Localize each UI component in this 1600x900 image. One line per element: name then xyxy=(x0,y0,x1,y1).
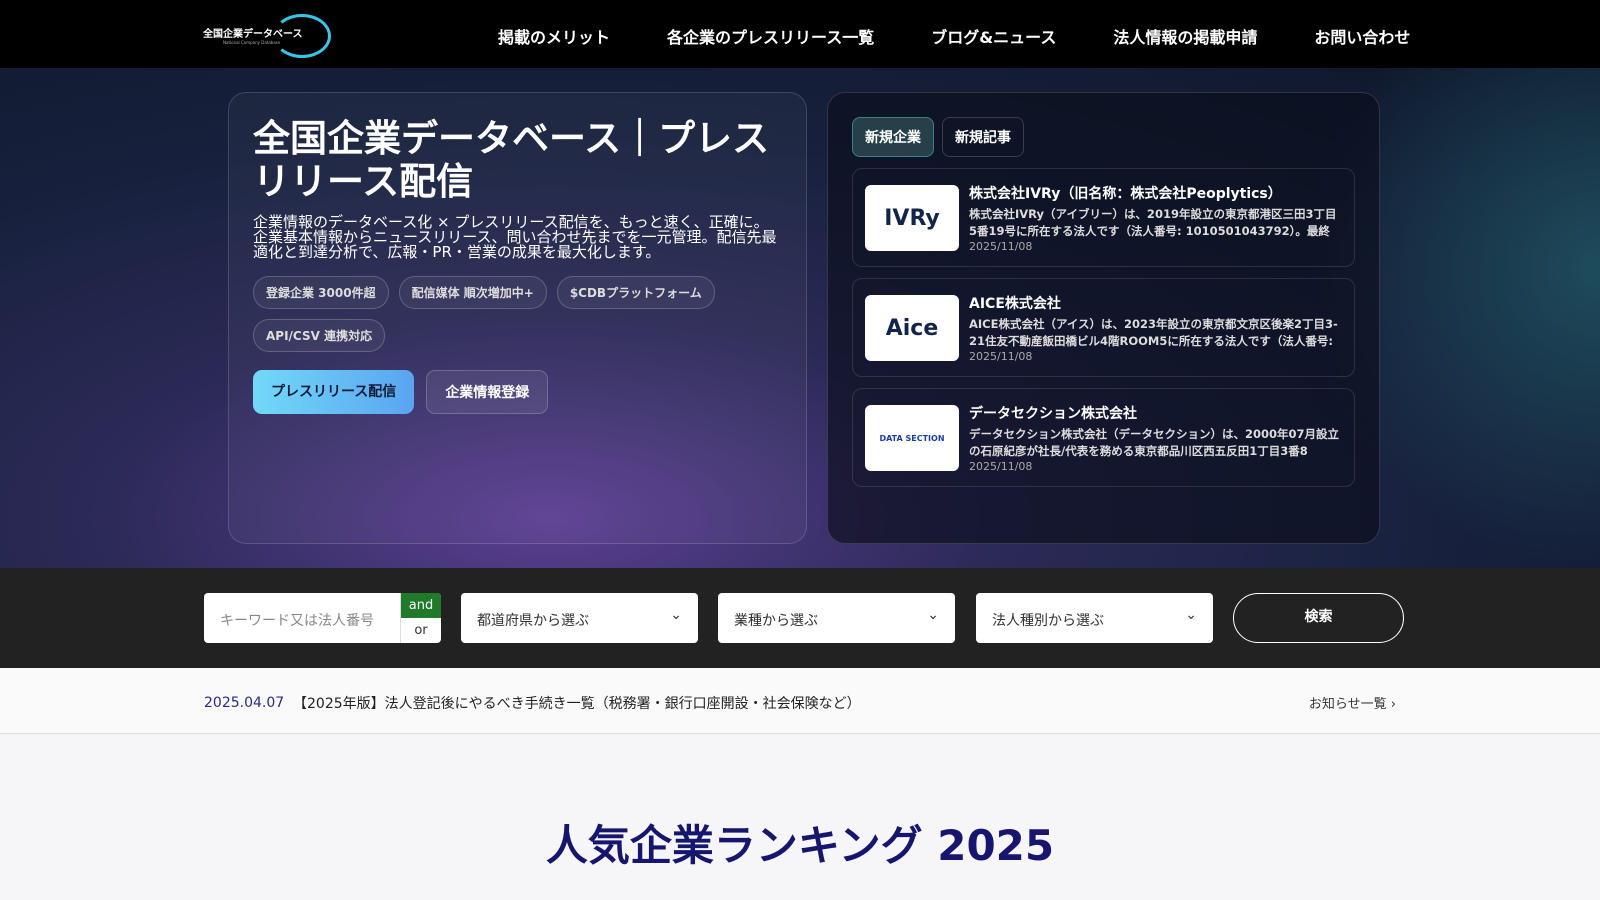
top-nav: 全国企業データベース National Company Database 掲載の… xyxy=(0,0,1600,68)
tab-new-articles[interactable]: 新規記事 xyxy=(942,117,1024,157)
chevron-down-icon: ⌄ xyxy=(927,607,939,623)
search-button[interactable]: 検索 xyxy=(1233,593,1404,643)
chevron-down-icon: ⌄ xyxy=(1185,607,1197,623)
nav-listing-application[interactable]: 法人情報の掲載申請 xyxy=(1113,24,1257,48)
and-option[interactable]: and xyxy=(401,593,441,618)
nav-blog-news[interactable]: ブログ&ニュース xyxy=(931,24,1056,48)
tab-new-companies[interactable]: 新規企業 xyxy=(852,117,934,157)
company-logo: Aice xyxy=(865,295,959,361)
news-date: 2025.04.07 xyxy=(204,695,285,711)
news-bar: 2025.04.07 【2025年版】法人登記後にやるべき手続き一覧（税務署・銀… xyxy=(0,668,1600,734)
tag: 登録企業 3000件超 xyxy=(253,276,389,309)
chevron-down-icon: ⌄ xyxy=(670,607,682,623)
ranking-title: 人気企業ランキング 2025 xyxy=(545,821,1055,870)
and-or-toggle[interactable]: and or xyxy=(400,593,441,643)
hero-title: 全国企業データベース｜プレスリリース配信 xyxy=(253,117,770,203)
prefecture-select[interactable]: 都道府県から選ぶ ⌄ xyxy=(461,593,698,643)
list-item[interactable]: IVRy 株式会社IVRy（旧名称：株式会社Peoplytics） 株式会社IVR… xyxy=(852,168,1355,267)
news-link[interactable]: 【2025年版】法人登記後にやるべき手続き一覧（税務署・銀行口座開設・社会保険な… xyxy=(293,693,861,713)
search-bar: キーワード又は法人番号 and or 都道府県から選ぶ ⌄ 業種から選ぶ ⌄ 法人種… xyxy=(0,568,1600,668)
nav-contact[interactable]: お問い合わせ xyxy=(1314,24,1410,48)
industry-select[interactable]: 業種から選ぶ ⌄ xyxy=(718,593,955,643)
nav-merits[interactable]: 掲載のメリット xyxy=(498,24,610,48)
tag: 配信媒体 順次増加中+ xyxy=(398,276,547,309)
list-item[interactable]: Aice AICE株式会社 AICE株式会社（アイス）は、2023年設立の東京都文… xyxy=(852,278,1355,377)
press-release-button[interactable]: プレスリリース配信 xyxy=(253,370,415,414)
site-logo[interactable]: 全国企業データベース National Company Database xyxy=(203,12,331,60)
hero-card: 全国企業データベース｜プレスリリース配信 企業情報のデータベース化 × プレスリ… xyxy=(228,92,807,544)
list-item[interactable]: DATA SECTION データセクション株式会社 データセクション株式会社（デー… xyxy=(852,388,1355,487)
hero-description: 企業情報のデータベース化 × プレスリリース配信を、もっと速く、正確に。 企業基本… xyxy=(253,213,777,261)
tag: API/CSV 連携対応 xyxy=(253,319,386,352)
news-list-link[interactable]: お知らせ一覧 › xyxy=(1309,693,1396,712)
or-option[interactable]: or xyxy=(401,618,441,643)
keyword-input[interactable]: キーワード又は法人番号 xyxy=(204,593,400,643)
new-items-panel: 新規企業 新規記事 IVRy 株式会社IVRy（旧名称：株式会社Peoplyti… xyxy=(827,92,1380,544)
company-register-button[interactable]: 企業情報登録 xyxy=(426,370,549,414)
hero: 全国企業データベース｜プレスリリース配信 企業情報のデータベース化 × プレスリ… xyxy=(0,68,1600,568)
company-logo: DATA SECTION xyxy=(865,405,959,471)
corp-type-select[interactable]: 法人種別から選ぶ ⌄ xyxy=(976,593,1213,643)
chevron-right-icon: › xyxy=(1390,697,1396,712)
nav-press-releases[interactable]: 各企業のプレスリリース一覧 xyxy=(667,24,874,48)
company-logo: IVRy xyxy=(865,185,959,251)
tag: $CDBプラットフォーム xyxy=(556,276,715,309)
